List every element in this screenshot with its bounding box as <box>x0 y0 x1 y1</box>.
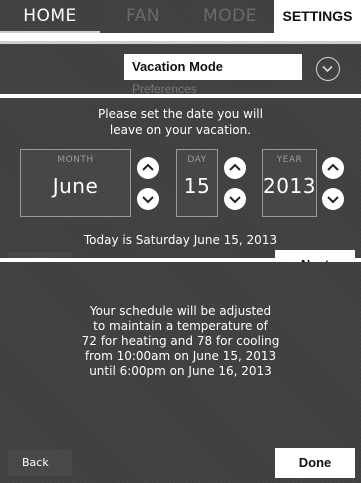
year-up-button[interactable] <box>322 157 344 179</box>
chevron-down-icon <box>229 196 241 204</box>
done-button[interactable]: Done <box>275 448 355 478</box>
month-value: June <box>52 174 99 198</box>
month-down-button[interactable] <box>137 188 159 210</box>
month-up-button[interactable] <box>137 157 159 179</box>
schedule-summary-text: Your schedule will be adjusted to mainta… <box>0 304 361 379</box>
day-value: 15 <box>183 174 211 198</box>
dropdown-chevron-button[interactable] <box>316 57 340 81</box>
top-nav: HOME FAN MODE SETTINGS <box>0 0 361 33</box>
tab-home[interactable]: HOME <box>0 0 100 33</box>
tab-fan[interactable]: FAN <box>100 0 186 33</box>
year-value: 2013 <box>263 174 316 198</box>
back-button[interactable]: Back <box>8 450 72 476</box>
vacation-date-panel: Please set the date you will leave on yo… <box>0 98 361 280</box>
day-down-button[interactable] <box>224 188 246 210</box>
today-date-text: Today is Saturday June 15, 2013 <box>83 233 278 247</box>
summary-line: from 10:00am on June 15, 2013 <box>84 349 277 363</box>
year-field: YEAR 2013 <box>262 149 317 217</box>
settings-dropdown[interactable]: Vacation Mode <box>124 54 302 80</box>
chevron-down-icon <box>322 65 333 73</box>
tab-settings[interactable]: SETTINGS <box>274 0 361 33</box>
chevron-down-icon <box>327 196 339 204</box>
date-prompt-line: Please set the date you will <box>98 107 263 121</box>
month-field: MONTH June <box>20 149 131 217</box>
summary-line: until 6:00pm on June 16, 2013 <box>89 364 272 378</box>
month-label: MONTH <box>57 155 94 165</box>
summary-line: to maintain a temperature of <box>93 319 268 333</box>
day-field: DAY 15 <box>176 149 218 217</box>
chevron-up-icon <box>229 163 241 171</box>
panel-divider <box>0 41 361 44</box>
settings-menu-panel: Vacation Mode Preferences <box>0 41 361 94</box>
active-tab-indicator <box>0 31 100 33</box>
dropdown-next-option: Preferences <box>132 82 197 94</box>
chevron-down-icon <box>142 196 154 204</box>
day-up-button[interactable] <box>224 157 246 179</box>
schedule-summary-panel: Your schedule will be adjusted to mainta… <box>0 262 361 483</box>
year-down-button[interactable] <box>322 188 344 210</box>
chevron-up-icon <box>327 163 339 171</box>
year-label: YEAR <box>276 155 303 165</box>
date-prompt-line: leave on your vacation. <box>109 123 252 137</box>
summary-line: Your schedule will be adjusted <box>89 304 272 318</box>
chevron-up-icon <box>142 163 154 171</box>
date-prompt: Please set the date you will leave on yo… <box>0 106 361 138</box>
tab-mode[interactable]: MODE <box>186 0 274 33</box>
summary-line: 72 for heating and 78 for cooling <box>81 334 280 348</box>
day-label: DAY <box>187 155 207 165</box>
